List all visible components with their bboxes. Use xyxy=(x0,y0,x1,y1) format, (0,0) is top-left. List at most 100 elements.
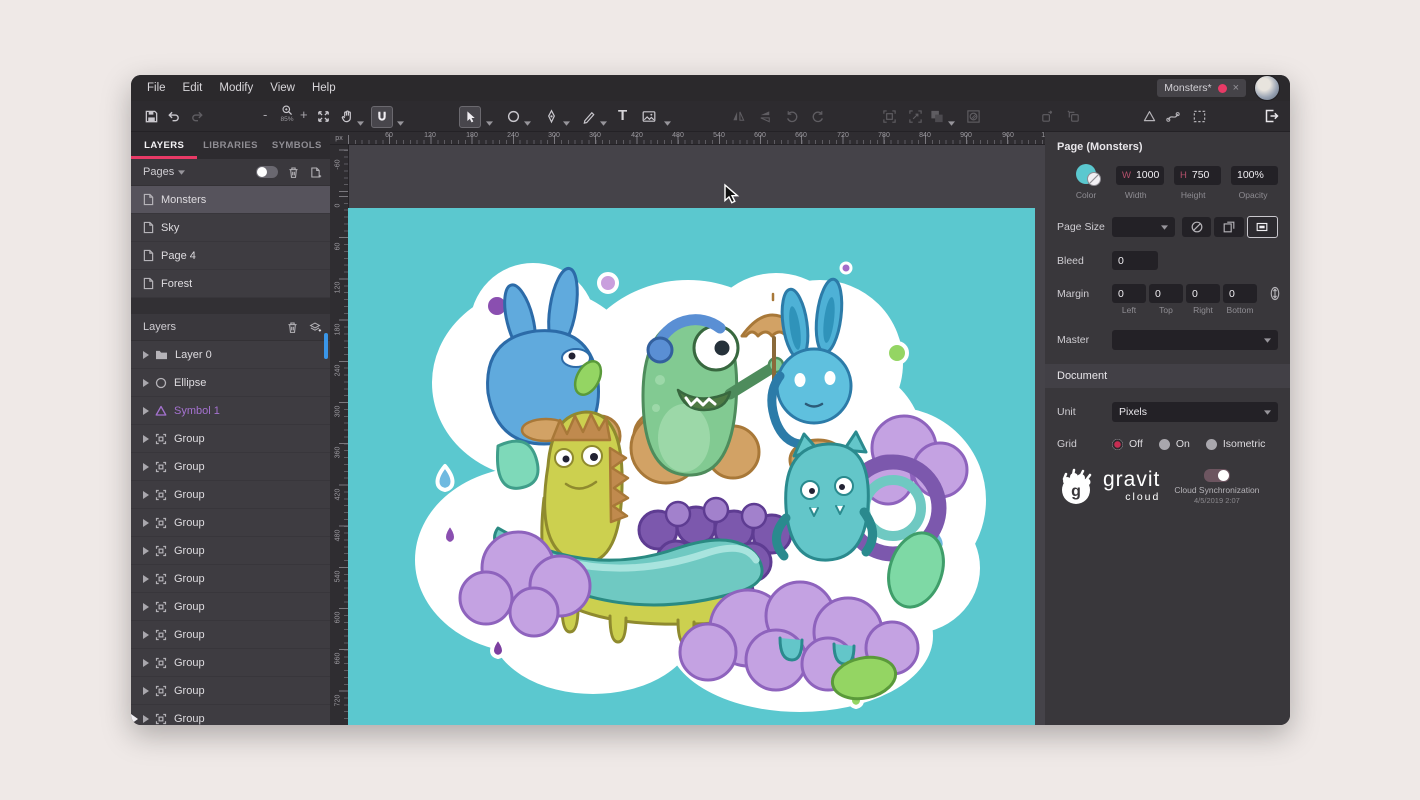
bleed-input[interactable]: 0 xyxy=(1112,251,1158,270)
document-tab[interactable]: Monsters* × xyxy=(1157,79,1246,97)
grid-radio-option[interactable]: Off xyxy=(1112,438,1143,450)
portrait-button[interactable] xyxy=(1214,217,1243,237)
expand-chevron-icon[interactable] xyxy=(143,715,149,723)
cloud-sync-toggle[interactable] xyxy=(1204,469,1230,482)
layer-row[interactable]: Group xyxy=(131,425,330,453)
delete-page-icon[interactable] xyxy=(287,166,300,179)
expand-chevron-icon[interactable] xyxy=(143,603,149,611)
save-icon[interactable] xyxy=(141,106,161,126)
layer-row[interactable]: Group xyxy=(131,565,330,593)
no-orientation-button[interactable] xyxy=(1182,217,1211,237)
pages-caret-icon[interactable] xyxy=(178,170,185,175)
expand-chevron-icon[interactable] xyxy=(143,463,149,471)
menu-item[interactable]: View xyxy=(270,82,295,94)
image-caret[interactable] xyxy=(664,113,672,119)
margin-input[interactable]: 0 xyxy=(1186,284,1220,303)
pointer-tool-icon[interactable] xyxy=(459,106,481,128)
export-icon[interactable] xyxy=(1261,106,1281,126)
sidebar-tab[interactable]: LAYERS xyxy=(131,132,197,159)
expand-chevron-icon[interactable] xyxy=(143,351,149,359)
width-input[interactable]: W 1000 xyxy=(1116,166,1164,185)
layer-row[interactable]: Ellipse xyxy=(131,369,330,397)
layers-scrollbar-thumb[interactable] xyxy=(324,333,328,359)
menu-item[interactable]: Help xyxy=(312,82,336,94)
radio-icon[interactable] xyxy=(1112,439,1123,450)
menu-item[interactable]: File xyxy=(147,82,166,94)
menu-item[interactable]: Edit xyxy=(183,82,203,94)
grid-radio-option[interactable]: On xyxy=(1159,438,1190,450)
margin-input[interactable]: 0 xyxy=(1149,284,1183,303)
height-input[interactable]: H 750 xyxy=(1174,166,1221,185)
add-layer-icon[interactable] xyxy=(308,321,322,334)
sidebar-tab[interactable]: LIBRARIES xyxy=(197,132,263,159)
radio-icon[interactable] xyxy=(1159,439,1170,450)
text-tool[interactable]: T xyxy=(618,106,627,126)
fit-screen-icon[interactable] xyxy=(313,106,333,126)
layer-row[interactable]: Group xyxy=(131,649,330,677)
margin-input[interactable]: 0 xyxy=(1223,284,1257,303)
layer-row[interactable]: Group xyxy=(131,453,330,481)
slice-tool-icon[interactable] xyxy=(1189,106,1209,126)
grid-radio-option[interactable]: Isometric xyxy=(1206,438,1266,450)
layer-row[interactable]: Group xyxy=(131,509,330,537)
canvas-page[interactable] xyxy=(348,208,1035,725)
margin-input[interactable]: 0 xyxy=(1112,284,1146,303)
layer-row[interactable]: Layer 0 xyxy=(131,341,330,369)
zoom-out-button[interactable]: - xyxy=(263,108,267,122)
snap-magnet-icon[interactable] xyxy=(371,106,393,128)
zoom-tool[interactable]: 85% xyxy=(276,104,298,123)
user-avatar[interactable] xyxy=(1254,75,1280,101)
path-tool-icon[interactable] xyxy=(1163,106,1183,126)
pages-visibility-toggle[interactable] xyxy=(256,166,278,178)
delete-layer-icon[interactable] xyxy=(286,321,299,334)
image-tool-icon[interactable] xyxy=(639,106,659,126)
zoom-in-button[interactable]: + xyxy=(300,108,308,122)
expand-chevron-icon[interactable] xyxy=(143,379,149,387)
workspace[interactable] xyxy=(348,144,1045,725)
close-document-icon[interactable]: × xyxy=(1233,83,1239,94)
pen-caret[interactable] xyxy=(563,113,571,119)
expand-chevron-icon[interactable] xyxy=(143,519,149,527)
symbol-tool-icon[interactable] xyxy=(1139,106,1159,126)
expand-chevron-icon[interactable] xyxy=(143,491,149,499)
pointer-caret[interactable] xyxy=(486,113,494,119)
layer-row[interactable]: Group xyxy=(131,621,330,649)
layer-row[interactable]: Group xyxy=(131,593,330,621)
add-page-icon[interactable] xyxy=(309,166,322,179)
page-size-dropdown[interactable] xyxy=(1112,217,1175,237)
expand-chevron-icon[interactable] xyxy=(143,687,149,695)
expand-chevron-icon[interactable] xyxy=(143,547,149,555)
margin-link-icon[interactable] xyxy=(1269,286,1281,301)
ellipse-tool-icon[interactable] xyxy=(503,106,523,126)
layer-row[interactable]: Group xyxy=(131,481,330,509)
expand-chevron-icon[interactable] xyxy=(143,631,149,639)
page-row[interactable]: Page 4 xyxy=(131,242,330,270)
master-dropdown[interactable] xyxy=(1112,330,1278,350)
page-row[interactable]: Forest xyxy=(131,270,330,298)
page-row[interactable]: Monsters xyxy=(131,186,330,214)
expand-chevron-icon[interactable] xyxy=(143,435,149,443)
menu-item[interactable]: Modify xyxy=(219,82,253,94)
radio-icon[interactable] xyxy=(1206,439,1217,450)
layer-row[interactable]: Group xyxy=(131,677,330,705)
expand-chevron-icon[interactable] xyxy=(143,407,149,415)
layer-row[interactable]: Symbol 1 xyxy=(131,397,330,425)
color-swatch-icon[interactable] xyxy=(1073,163,1103,187)
page-row[interactable]: Sky xyxy=(131,214,330,242)
knife-tool-icon[interactable] xyxy=(579,106,599,126)
page-color-control[interactable] xyxy=(1063,163,1112,187)
ellipse-caret[interactable] xyxy=(524,113,532,119)
undo-icon[interactable] xyxy=(163,106,183,126)
sidebar-tab[interactable]: SYMBOLS xyxy=(264,132,330,159)
expand-chevron-icon[interactable] xyxy=(143,575,149,583)
expand-chevron-icon[interactable] xyxy=(143,659,149,667)
snap-caret[interactable] xyxy=(397,113,405,119)
hand-tool-caret[interactable] xyxy=(357,113,365,119)
layer-row[interactable]: Group xyxy=(131,537,330,565)
opacity-input[interactable]: 100% xyxy=(1231,166,1278,185)
landscape-button-selected[interactable] xyxy=(1247,216,1278,238)
layer-row[interactable]: Group xyxy=(131,705,330,725)
unit-dropdown[interactable]: Pixels xyxy=(1112,402,1278,422)
pen-tool-icon[interactable] xyxy=(541,106,561,126)
hand-tool-icon[interactable] xyxy=(337,106,357,126)
